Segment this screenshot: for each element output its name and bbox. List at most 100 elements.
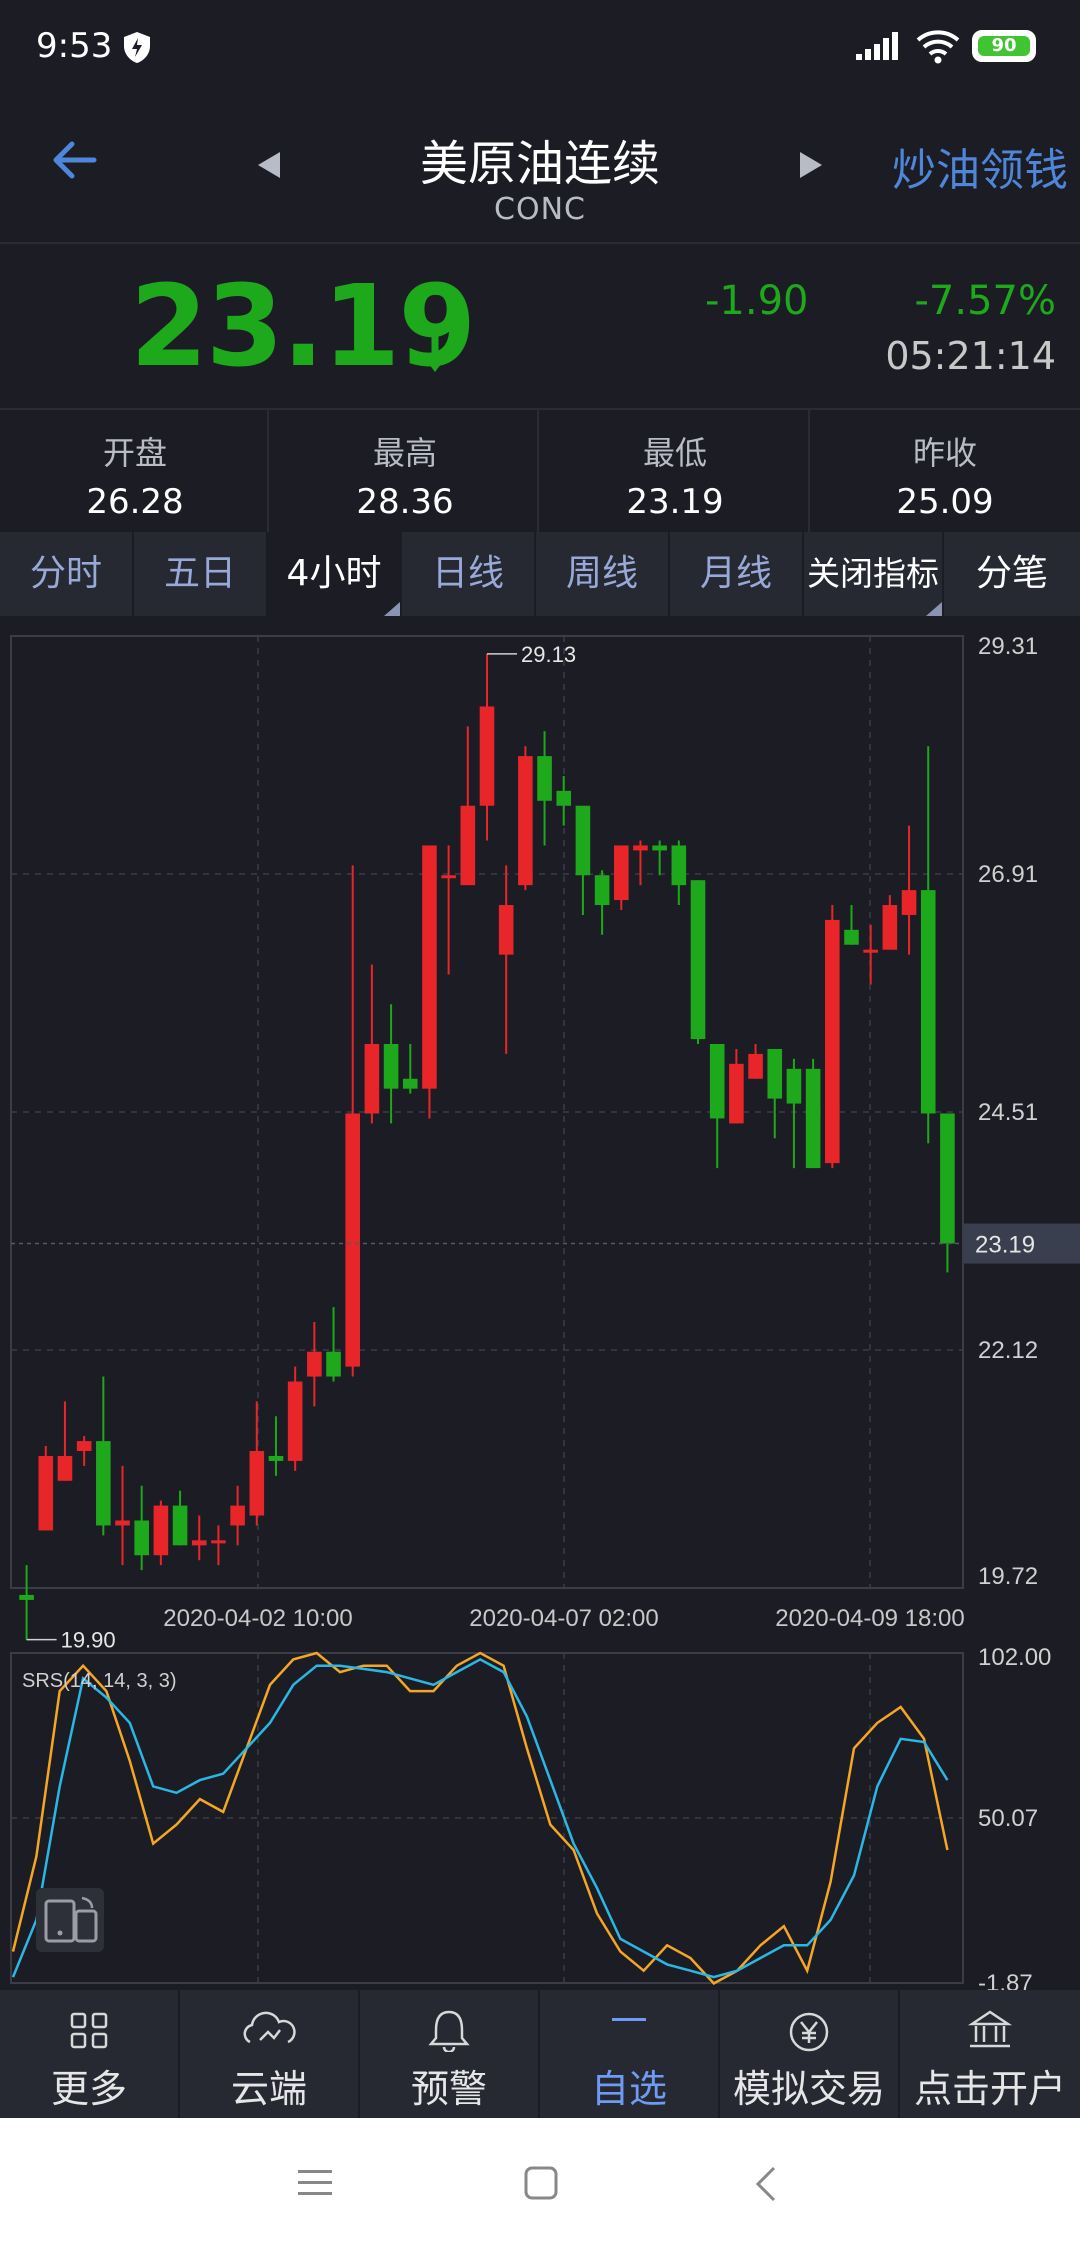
menu-icon[interactable] — [298, 2168, 332, 2198]
tab-tick[interactable]: 分笔 — [944, 532, 1080, 616]
stat-low: 最低 23.19 — [540, 410, 810, 522]
nav-label: 模拟交易 — [732, 2067, 885, 2111]
x-tick-label: 2020-04-09 18:00 — [775, 1605, 965, 1632]
indicator-y-tick: 102.00 — [978, 1644, 1051, 1671]
y-tick-label: 22.12 — [978, 1337, 1038, 1364]
nav-label: 云端 — [230, 2067, 307, 2111]
stat-value: 23.19 — [626, 482, 724, 522]
kline-chart[interactable]: 29.13 19.90 23.19 29.31 26.91 24.51 22.12 19.7… — [0, 616, 1080, 1990]
stat-label: 开盘 — [102, 434, 167, 472]
nav-label: 点击开户 — [913, 2067, 1066, 2111]
y-tick-label: 24.51 — [978, 1099, 1038, 1126]
candle-body — [498, 905, 514, 955]
x-tick-label: 2020-04-07 02:00 — [469, 1605, 659, 1632]
x-tick-label: 2020-04-02 10:00 — [163, 1605, 353, 1632]
tab-close-indicator[interactable]: 关闭指标 — [804, 532, 944, 616]
down-arrow-icon — [423, 334, 447, 372]
nav-watchlist[interactable]: 自选 — [540, 1990, 720, 2118]
candle-body — [748, 1053, 763, 1079]
candle-body — [767, 1048, 783, 1099]
candle-body — [671, 845, 687, 886]
candle-body — [786, 1068, 802, 1104]
price-change: -1.90 — [705, 278, 809, 324]
yen-icon — [789, 2012, 829, 2052]
candle-body — [19, 1594, 34, 1600]
home-icon[interactable] — [524, 2166, 558, 2200]
y-tick-label: 26.91 — [978, 861, 1038, 888]
candle-body — [307, 1351, 322, 1377]
grid-icon — [70, 2012, 108, 2049]
candle-body — [729, 1063, 744, 1124]
price-axis: 29.31 26.91 24.51 22.12 19.72 2020-04-02 10:0… — [163, 633, 1038, 1632]
candle-body — [805, 1068, 821, 1169]
candle-body — [383, 1044, 399, 1089]
nav-cloud[interactable]: 云端 — [180, 1990, 360, 2118]
stat-value: 26.28 — [86, 482, 184, 522]
back-icon[interactable] — [754, 2166, 778, 2202]
candle-body — [115, 1520, 130, 1526]
candle-body — [268, 1455, 284, 1461]
previous-contract-button[interactable] — [256, 150, 282, 180]
nav-alert[interactable]: 预警 — [360, 1990, 540, 2118]
candle-body — [402, 1078, 418, 1089]
candle-body — [153, 1505, 169, 1556]
promo-link[interactable]: 炒油领钱 — [892, 134, 1068, 198]
battery-icon: 90 — [972, 30, 1036, 62]
tab-intraday[interactable]: 分时 — [0, 532, 134, 616]
candle-body — [479, 706, 495, 806]
quote-time: 05:21:14 — [885, 334, 1056, 378]
status-time: 9:53 — [36, 26, 113, 66]
candles: 29.13 19.90 23.19 — [11, 642, 1080, 1653]
candle-body — [844, 929, 859, 945]
status-bar: 9:53 90 — [0, 0, 1080, 96]
candle-body — [57, 1455, 73, 1481]
candle-body — [191, 1540, 207, 1546]
system-nav-bar — [0, 2118, 1080, 2248]
candle-body — [709, 1044, 725, 1119]
candle-body — [537, 756, 552, 801]
dash-icon — [612, 2018, 646, 2021]
indicator-y-tick: -1.87 — [978, 1970, 1033, 1990]
dropdown-corner-icon — [926, 602, 942, 616]
candle-body — [134, 1520, 149, 1556]
stat-open: 开盘 26.28 — [0, 410, 270, 522]
cloud-icon — [243, 2011, 296, 2044]
candle-body — [633, 845, 648, 851]
candle-body — [920, 890, 936, 1114]
instrument-code: CONC — [494, 192, 586, 227]
tab-daily[interactable]: 日线 — [402, 532, 536, 616]
tab-monthly[interactable]: 月线 — [670, 532, 804, 616]
rotate-screen-icon[interactable] — [36, 1888, 104, 1952]
nav-label: 预警 — [410, 2067, 487, 2111]
candle-body — [287, 1381, 303, 1461]
divider — [537, 410, 539, 532]
candle-body — [364, 1044, 380, 1114]
stat-value: 25.09 — [896, 482, 994, 522]
candle-body — [556, 790, 572, 806]
next-contract-button[interactable] — [798, 150, 824, 180]
wifi-icon — [916, 30, 960, 64]
nav-more[interactable]: 更多 — [0, 1990, 180, 2118]
stat-label: 昨收 — [912, 434, 977, 472]
indicator-y-tick: 50.07 — [978, 1805, 1038, 1832]
candle-body — [172, 1505, 188, 1546]
stat-value: 28.36 — [356, 482, 454, 522]
nav-open-account[interactable]: 点击开户 — [900, 1990, 1080, 2118]
candle-body — [613, 845, 629, 901]
nav-label: 更多 — [50, 2067, 127, 2111]
tab-five-day[interactable]: 五日 — [134, 532, 268, 616]
bank-icon — [967, 2010, 1013, 2048]
candle-body — [230, 1505, 245, 1526]
candle-body — [345, 1113, 361, 1367]
nav-sim-trading[interactable]: 模拟交易 — [720, 1990, 900, 2118]
candle-body — [940, 1113, 955, 1244]
candle-body — [825, 919, 840, 1164]
tab-4-hour[interactable]: 4小时 — [268, 532, 402, 616]
y-tick-label: 19.72 — [978, 1563, 1038, 1590]
indicator-grid: 102.00 50.07 -1.87 — [11, 1644, 1051, 1990]
back-arrow-icon[interactable] — [50, 140, 98, 180]
candle-body — [652, 845, 667, 851]
candle-body — [575, 805, 591, 876]
candle-body — [326, 1351, 341, 1377]
tab-weekly[interactable]: 周线 — [536, 532, 670, 616]
